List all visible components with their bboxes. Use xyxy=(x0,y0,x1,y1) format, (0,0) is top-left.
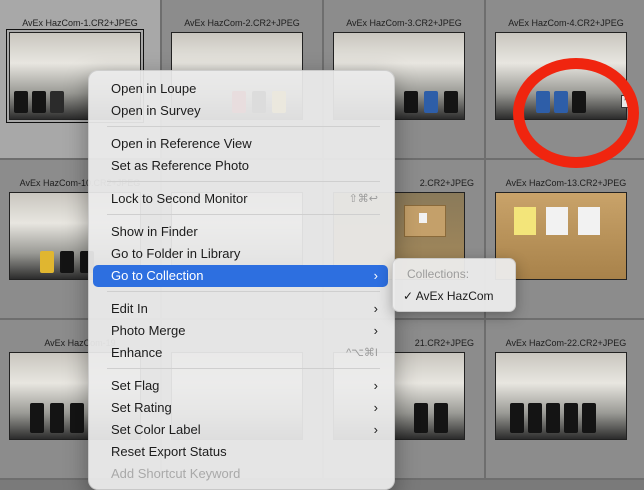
thumbnail-caption: AvEx HazCom-13.CR2+JPEG xyxy=(505,178,627,188)
chevron-right-icon: › xyxy=(373,378,378,393)
menu-item-open-in-survey[interactable]: Open in Survey xyxy=(93,100,388,122)
menu-item-photo-merge[interactable]: Photo Merge › xyxy=(93,320,388,342)
menu-item-set-color-label[interactable]: Set Color Label › xyxy=(93,419,388,441)
menu-item-go-to-folder-in-library[interactable]: Go to Folder in Library xyxy=(93,243,388,265)
chevron-right-icon: › xyxy=(373,268,378,283)
keyboard-shortcut: ⇧⌘↩ xyxy=(348,193,378,205)
chevron-right-icon: › xyxy=(373,422,378,437)
menu-item-lock-to-second-monitor[interactable]: Lock to Second Monitor ⇧⌘↩ xyxy=(93,188,388,210)
menu-item-add-shortcut-keyword: Add Shortcut Keyword xyxy=(111,466,241,481)
keyboard-shortcut: ^⌥⌘I xyxy=(346,347,378,359)
thumbnail-caption: AvEx HazCom-4.CR2+JPEG xyxy=(508,18,624,28)
menu-item-open-in-reference-view[interactable]: Open in Reference View xyxy=(93,133,388,155)
menu-divider xyxy=(107,368,380,369)
menu-item-enhance[interactable]: Enhance ^⌥⌘I xyxy=(93,342,388,364)
menu-divider xyxy=(107,214,380,215)
menu-item-edit-in[interactable]: Edit In › xyxy=(93,298,388,320)
menu-item-reset-export-status[interactable]: Reset Export Status xyxy=(93,441,388,463)
menu-item-set-rating[interactable]: Set Rating › xyxy=(93,397,388,419)
thumbnail-caption: AvEx HazCom-2.CR2+JPEG xyxy=(184,18,300,28)
menu-item-set-flag[interactable]: Set Flag › xyxy=(93,375,388,397)
thumbnail-caption: AvEx HazCom-3.CR2+JPEG xyxy=(346,18,462,28)
grid-cell[interactable]: AvEx HazCom-22.CR2+JPEG xyxy=(486,320,644,480)
chevron-right-icon: › xyxy=(373,400,378,415)
annotation-circle xyxy=(513,58,639,168)
chevron-right-icon: › xyxy=(373,301,378,316)
collections-submenu: Collections: ✓ AvEx HazCom xyxy=(392,258,516,312)
thumbnail[interactable] xyxy=(495,352,627,440)
context-menu: Open in Loupe Open in Survey Open in Ref… xyxy=(88,70,395,490)
menu-divider xyxy=(107,291,380,292)
menu-divider xyxy=(107,181,380,182)
submenu-item-collection[interactable]: ✓ AvEx HazCom xyxy=(403,289,494,303)
submenu-heading: Collections: xyxy=(407,267,470,281)
chevron-right-icon: › xyxy=(373,323,378,338)
menu-divider xyxy=(107,126,380,127)
thumbnail-caption: AvEx HazCom-22.CR2+JPEG xyxy=(505,338,627,348)
menu-item-set-as-reference-photo[interactable]: Set as Reference Photo xyxy=(93,155,388,177)
checkmark-icon: ✓ xyxy=(403,289,414,303)
menu-item-open-in-loupe[interactable]: Open in Loupe xyxy=(93,78,388,100)
thumbnail-caption: AvEx HazCom-1.CR2+JPEG xyxy=(22,18,138,28)
menu-item-go-to-collection[interactable]: Go to Collection › xyxy=(93,265,388,287)
menu-item-show-in-finder[interactable]: Show in Finder xyxy=(93,221,388,243)
